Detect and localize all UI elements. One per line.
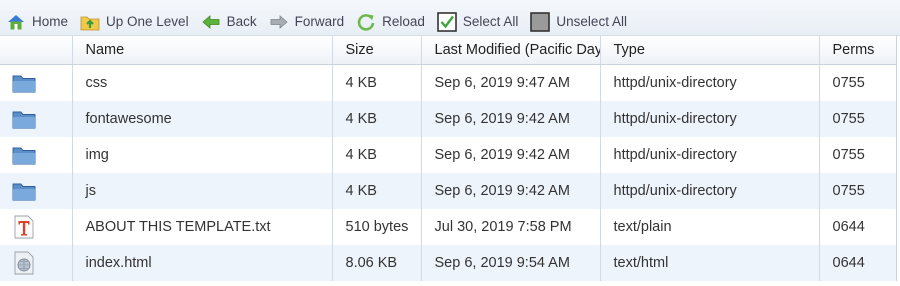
table-row[interactable]: js 4 KB Sep 6, 2019 9:42 AM httpd/unix-d… — [0, 173, 897, 209]
checkbox-checked-icon — [437, 11, 457, 32]
file-size: 4 KB — [332, 64, 422, 101]
html-file-icon — [12, 251, 36, 275]
reload-icon — [356, 12, 376, 32]
text-file-icon — [12, 215, 36, 239]
checkbox-empty-icon — [530, 11, 551, 32]
file-modified: Sep 6, 2019 9:54 AM — [421, 245, 601, 281]
file-name[interactable]: index.html — [72, 245, 333, 281]
back-label: Back — [226, 14, 257, 29]
file-name[interactable]: ABOUT THIS TEMPLATE.txt — [72, 209, 333, 245]
forward-button[interactable]: Forward — [269, 12, 345, 32]
up-one-level-label: Up One Level — [106, 14, 189, 29]
file-type: httpd/unix-directory — [600, 64, 820, 101]
up-one-level-button[interactable]: Up One Level — [80, 12, 189, 32]
file-modified: Jul 30, 2019 7:58 PM — [421, 209, 601, 245]
table-row[interactable]: img 4 KB Sep 6, 2019 9:42 AM httpd/unix-… — [0, 137, 897, 173]
back-button[interactable]: Back — [201, 12, 257, 32]
column-header-perms[interactable]: Perms — [819, 36, 897, 65]
file-modified: Sep 6, 2019 9:42 AM — [421, 173, 601, 209]
file-modified: Sep 6, 2019 9:42 AM — [421, 137, 601, 173]
table-row[interactable]: css 4 KB Sep 6, 2019 9:47 AM httpd/unix-… — [0, 64, 897, 101]
table-row[interactable]: index.html 8.06 KB Sep 6, 2019 9:54 AM t… — [0, 245, 897, 281]
file-icon-cell — [0, 173, 73, 209]
unselect-all-label: Unselect All — [556, 14, 627, 29]
file-type: text/html — [600, 245, 820, 281]
folder-icon — [12, 71, 36, 95]
file-perms: 0755 — [819, 64, 897, 101]
home-label: Home — [32, 14, 69, 29]
file-table: Name Size Last Modified (Pacific Dayligh… — [0, 36, 897, 281]
file-type: httpd/unix-directory — [600, 101, 820, 137]
toolbar: Home Up One Level Back Forward Reload Se… — [0, 0, 900, 36]
select-all-label: Select All — [462, 14, 519, 29]
file-size: 8.06 KB — [332, 245, 422, 281]
folder-up-icon — [80, 12, 100, 32]
unselect-all-button[interactable]: Unselect All — [530, 11, 627, 32]
file-type: httpd/unix-directory — [600, 137, 820, 173]
file-name[interactable]: img — [72, 137, 333, 173]
column-header-type[interactable]: Type — [600, 36, 820, 65]
file-icon-cell — [0, 101, 73, 137]
reload-label: Reload — [382, 14, 425, 29]
file-perms: 0644 — [819, 245, 897, 281]
home-button[interactable]: Home — [6, 12, 68, 32]
file-perms: 0644 — [819, 209, 897, 245]
arrow-left-icon — [201, 12, 221, 32]
reload-button[interactable]: Reload — [356, 12, 425, 32]
folder-icon — [12, 143, 36, 167]
select-all-button[interactable]: Select All — [437, 11, 519, 32]
file-type: httpd/unix-directory — [600, 173, 820, 209]
home-icon — [6, 12, 26, 32]
folder-icon — [12, 179, 36, 203]
file-name[interactable]: fontawesome — [72, 101, 333, 137]
file-modified: Sep 6, 2019 9:47 AM — [421, 64, 601, 101]
table-header-row: Name Size Last Modified (Pacific Dayligh… — [0, 36, 897, 65]
file-size: 510 bytes — [332, 209, 422, 245]
file-type: text/plain — [600, 209, 820, 245]
file-icon-cell — [0, 209, 73, 245]
file-name[interactable]: js — [72, 173, 333, 209]
file-modified: Sep 6, 2019 9:42 AM — [421, 101, 601, 137]
column-header-icon — [0, 36, 73, 65]
table-row[interactable]: ABOUT THIS TEMPLATE.txt 510 bytes Jul 30… — [0, 209, 897, 245]
file-size: 4 KB — [332, 173, 422, 209]
file-name[interactable]: css — [72, 64, 333, 101]
table-row[interactable]: fontawesome 4 KB Sep 6, 2019 9:42 AM htt… — [0, 101, 897, 137]
file-icon-cell — [0, 137, 73, 173]
folder-icon — [12, 107, 36, 131]
column-header-size[interactable]: Size — [332, 36, 422, 65]
file-icon-cell — [0, 245, 73, 281]
file-size: 4 KB — [332, 137, 422, 173]
column-header-last-modified[interactable]: Last Modified (Pacific Daylight Time) — [421, 36, 601, 65]
arrow-right-icon — [269, 12, 289, 32]
file-perms: 0755 — [819, 101, 897, 137]
file-size: 4 KB — [332, 101, 422, 137]
forward-label: Forward — [294, 14, 345, 29]
file-perms: 0755 — [819, 137, 897, 173]
column-header-name[interactable]: Name — [72, 36, 333, 65]
file-perms: 0755 — [819, 173, 897, 209]
file-icon-cell — [0, 64, 73, 101]
